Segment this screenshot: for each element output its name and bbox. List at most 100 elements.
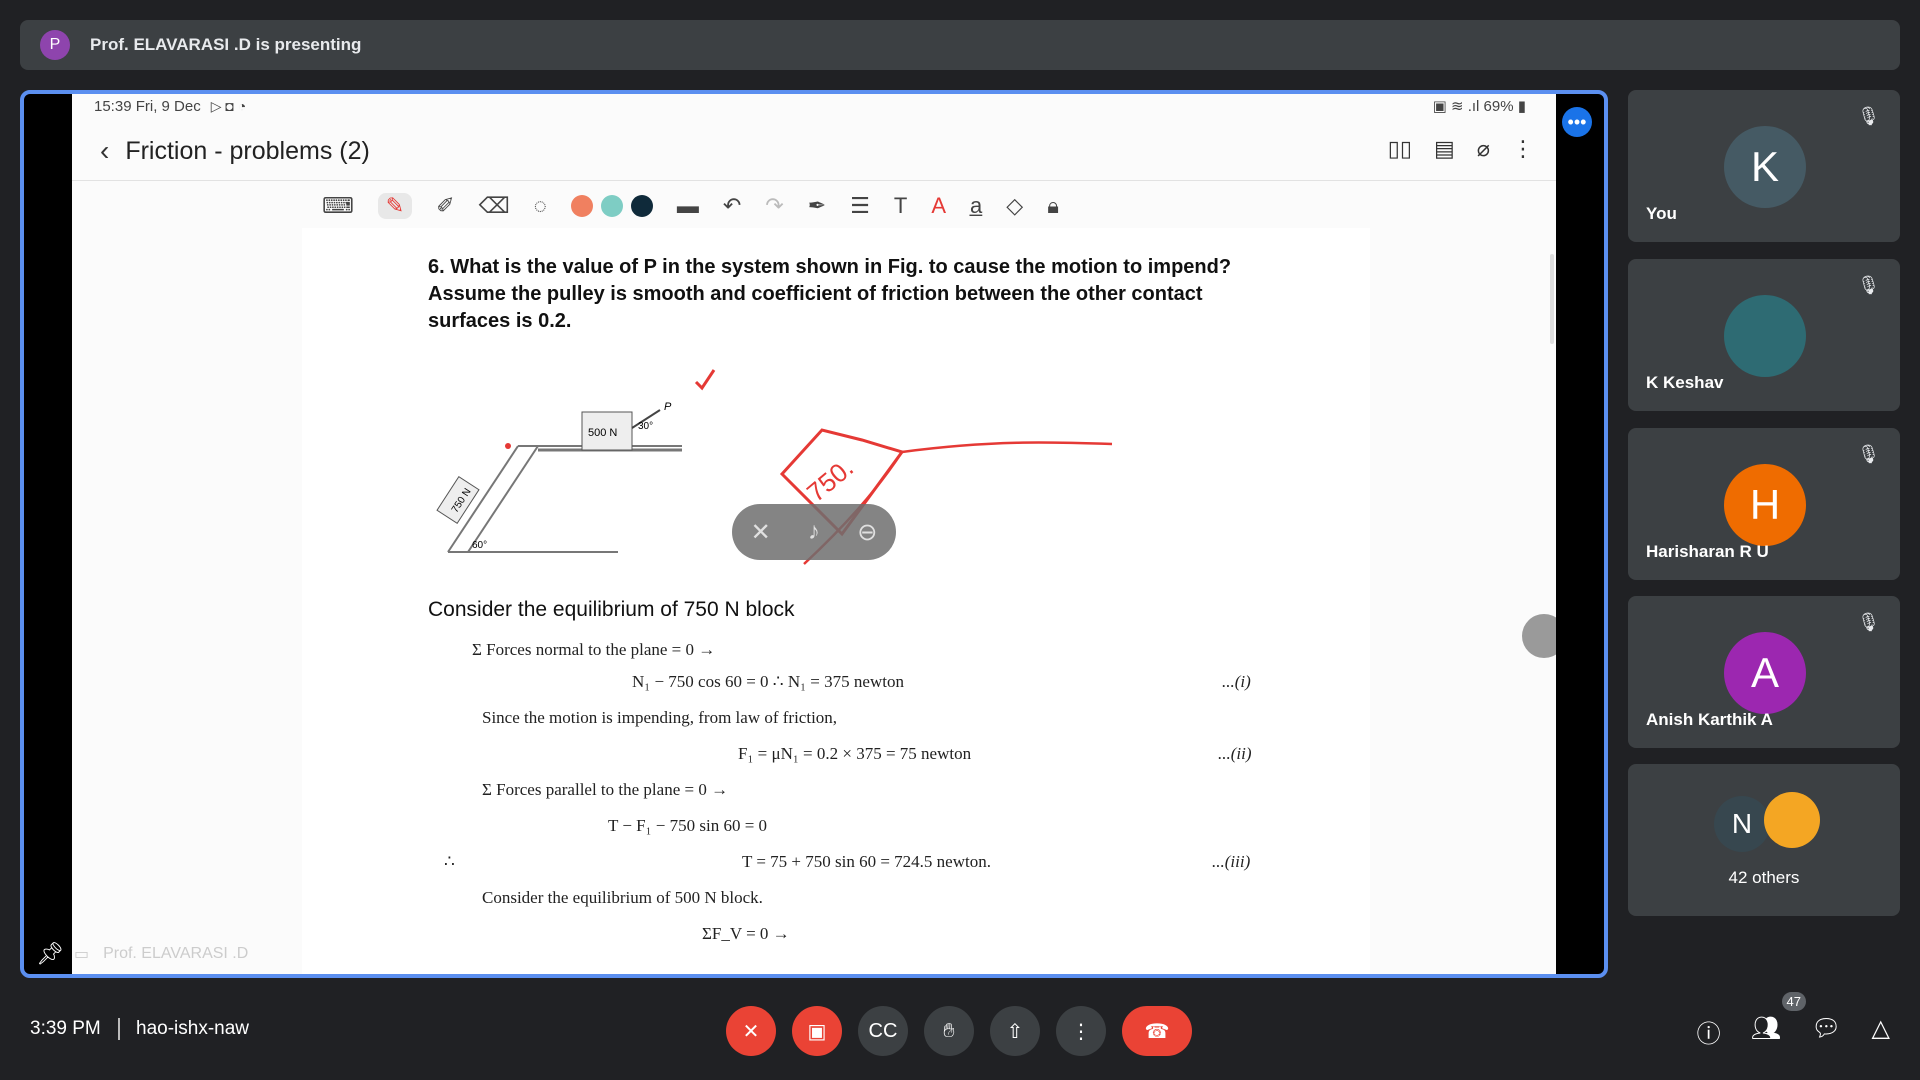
- eq2: F₁ = μN₁ = 0.2 × 375 = 75 newton: [738, 744, 972, 763]
- presenter-text: Prof. ELAVARASI .D is presenting: [90, 35, 362, 54]
- presentation-icon: ▭: [73, 946, 90, 963]
- people-icon[interactable]: 👥︎: [1751, 1014, 1781, 1049]
- color-teal[interactable]: [600, 195, 623, 217]
- participant-tile[interactable]: 🎙︎ H Harisharan R U: [1628, 428, 1900, 580]
- color-swatches: [570, 195, 653, 217]
- more-options-icon[interactable]: •••: [1562, 107, 1592, 137]
- chat-icon[interactable]: 💬︎: [1811, 1014, 1841, 1049]
- highlighter-icon[interactable]: ✐: [436, 193, 454, 219]
- pen-icon[interactable]: ✎: [377, 193, 413, 219]
- participant-name: Anish Karthik A: [1646, 710, 1773, 729]
- presenter-banner: P Prof. ELAVARASI .D is presenting: [20, 20, 1900, 70]
- text-icon[interactable]: T: [894, 193, 907, 219]
- redo-icon[interactable]: ↷: [765, 193, 783, 219]
- people-count-badge: 47: [1781, 992, 1806, 1011]
- lock-icon[interactable]: 🔒︎: [1047, 193, 1059, 219]
- avatar: A: [1724, 632, 1806, 714]
- info-icon[interactable]: ⓘ: [1697, 1014, 1721, 1049]
- participant-name: Harisharan R U: [1646, 542, 1769, 561]
- stage-presenter-name: Prof. ELAVARASI .D: [103, 945, 249, 962]
- mic-icon[interactable]: ♪: [808, 518, 820, 546]
- since-text: Since the motion is impending, from law …: [482, 708, 838, 727]
- others-avatar-photo: [1764, 792, 1820, 848]
- eq5: ΣF_V = 0 →: [702, 924, 790, 943]
- eq3-heading: Σ Forces parallel to the plane = 0 →: [482, 780, 729, 799]
- color-orange[interactable]: [570, 195, 593, 217]
- presentation-stage[interactable]: 15:39 Fri, 9 Dec ▷ ◘ ◔ ▣ ≋ .ıl 69% ▮ ‹ F…: [20, 90, 1608, 978]
- meeting-clock: 3:39 PM: [30, 1018, 101, 1039]
- device-statusbar: 15:39 Fri, 9 Dec ▷ ◘ ◔ ▣ ≋ .ıl 69% ▮: [72, 94, 1556, 118]
- page-icon[interactable]: ▤: [1434, 136, 1455, 162]
- mic-off-icon: 🎙︎: [1857, 612, 1880, 632]
- keyboard-icon[interactable]: ⌨: [322, 193, 354, 219]
- note-title: Friction - problems (2): [125, 136, 370, 165]
- mic-off-icon: 🎙︎: [1857, 106, 1880, 126]
- undo-icon[interactable]: ↶: [723, 193, 741, 219]
- right-controls: ⓘ 👥︎ 💬︎ △: [1697, 1014, 1890, 1049]
- text-color-icon[interactable]: A: [931, 193, 946, 219]
- call-controls: ✕ ▣ CC ✋︎ ⇧ ⋮ ☎: [726, 1006, 1192, 1056]
- stroke-width-icon[interactable]: ▬: [677, 193, 699, 219]
- back-arrow-icon[interactable]: ‹: [100, 135, 109, 167]
- align-icon[interactable]: ☰: [850, 193, 870, 219]
- avatar: [1724, 295, 1806, 377]
- therefore-symbol: ∴: [444, 852, 455, 871]
- shapes-icon[interactable]: ◇: [1006, 193, 1023, 219]
- remove-icon[interactable]: ⊖: [857, 518, 877, 547]
- consider-750-text: Consider the equilibrium of 750 N block: [428, 598, 795, 621]
- more-button[interactable]: ⋮: [1056, 1006, 1106, 1056]
- raise-hand-button[interactable]: ✋︎: [924, 1006, 974, 1056]
- note-page[interactable]: 6. What is the value of P in the system …: [302, 228, 1370, 974]
- eq4: T = 75 + 750 sin 60 = 724.5 newton.: [742, 852, 991, 871]
- more-vert-icon[interactable]: ⋮: [1512, 136, 1534, 162]
- avatar: K: [1724, 126, 1806, 208]
- meeting-code: hao-ishx-naw: [136, 1018, 249, 1039]
- pin-icon[interactable]: 📌︎: [36, 941, 64, 967]
- clock-separator: [118, 1018, 120, 1040]
- text-box-icon[interactable]: a̲: [970, 193, 982, 219]
- eq1-tag: ...(i): [1222, 672, 1251, 691]
- mic-toggle-button[interactable]: ✕: [726, 1006, 776, 1056]
- eraser-icon[interactable]: ⌫: [479, 193, 510, 219]
- lasso-icon[interactable]: ◌: [534, 193, 547, 219]
- shared-screen: 15:39 Fri, 9 Dec ▷ ◘ ◔ ▣ ≋ .ıl 69% ▮ ‹ F…: [72, 94, 1556, 974]
- avatar: H: [1724, 464, 1806, 546]
- pin-off-icon[interactable]: ✕: [751, 518, 771, 547]
- color-navy[interactable]: [630, 195, 653, 217]
- question-text: 6. What is the value of P in the system …: [428, 256, 1232, 332]
- page-scrollbar[interactable]: [1550, 254, 1554, 344]
- meeting-bottombar: 3:39 PM hao-ishx-naw ✕ ▣ CC ✋︎ ⇧ ⋮ ☎ ⓘ 👥…: [0, 980, 1920, 1080]
- captions-button[interactable]: CC: [858, 1006, 908, 1056]
- book-icon[interactable]: ▯▯: [1388, 136, 1412, 162]
- camera-toggle-button[interactable]: ▣: [792, 1006, 842, 1056]
- participant-name: K Keshav: [1646, 373, 1724, 392]
- device-battery: ▣ ≋ .ıl 69% ▮: [1432, 98, 1526, 115]
- eq4-tag: ...(iii): [1212, 852, 1251, 871]
- present-button[interactable]: ⇧: [990, 1006, 1040, 1056]
- fig-label-30: 30°: [638, 421, 653, 432]
- participant-tile[interactable]: 🎙︎ K You: [1628, 90, 1900, 242]
- battery-text: 69%: [1483, 98, 1514, 115]
- participant-name: You: [1646, 204, 1677, 223]
- pen-toolbar: ⌨ ✎ ✐ ⌫ ◌ ▬ ↶ ↷ ✒ ☰ T A a̲ ◇ 🔒︎: [322, 188, 1059, 224]
- title-divider: [72, 180, 1556, 181]
- attach-icon[interactable]: ⌀: [1477, 136, 1490, 162]
- others-tile[interactable]: N 42 others: [1628, 764, 1900, 916]
- device-time: 15:39 Fri, 9 Dec: [94, 97, 201, 115]
- participant-tile[interactable]: 🎙︎ A Anish Karthik A: [1628, 596, 1900, 748]
- fig-label-60: 60°: [472, 540, 487, 551]
- eq1-heading: Σ Forces normal to the plane = 0 →: [472, 640, 716, 659]
- eq3: T − F₁ − 750 sin 60 = 0: [608, 816, 768, 835]
- consider-500-text: Consider the equilibrium of 500 N block.: [482, 888, 763, 907]
- edit-fab-icon[interactable]: [1522, 614, 1556, 658]
- handwritten-750: 750.: [801, 452, 859, 508]
- tile-controls-pill: ✕ ♪ ⊖: [732, 504, 896, 560]
- participant-tile[interactable]: 🎙︎ K Keshav: [1628, 259, 1900, 411]
- eq1: N₁ − 750 cos 60 = 0 ∴ N₁ = 375 newton: [632, 672, 904, 691]
- mic-off-icon: 🎙︎: [1857, 275, 1880, 295]
- others-avatar: N: [1714, 796, 1770, 852]
- pen-settings-icon[interactable]: ✒: [808, 193, 826, 219]
- leave-call-button[interactable]: ☎: [1122, 1006, 1192, 1056]
- activities-icon[interactable]: △: [1872, 1014, 1890, 1049]
- presenter-avatar: P: [40, 30, 70, 60]
